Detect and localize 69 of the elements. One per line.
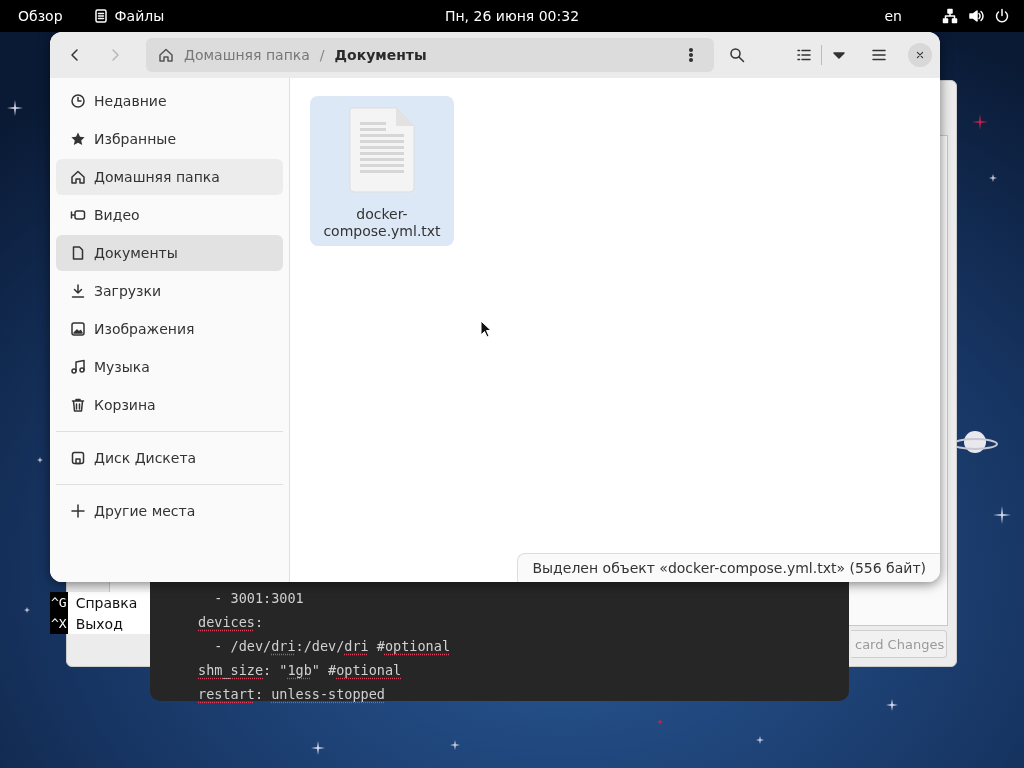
star-icon (989, 174, 997, 182)
path-crumb[interactable]: Документы (334, 47, 427, 63)
star-icon (70, 131, 86, 147)
pointer-icon (480, 320, 492, 338)
clock[interactable]: Пн, 26 июня 00:32 (444, 8, 580, 24)
status-text: Выделен объект «docker-compose.yml.txt» (556 байт) (517, 553, 940, 582)
home-icon (70, 169, 86, 185)
star-icon (450, 740, 460, 750)
plus-icon (70, 503, 86, 519)
code-text: dri (344, 638, 369, 654)
code-text: devices (198, 614, 255, 630)
code-text: : " (263, 662, 288, 678)
language-indicator[interactable]: en (884, 8, 902, 24)
code-text: unless-stopped (271, 686, 385, 702)
code-text: :/dev/ (295, 638, 345, 654)
sidebar-item[interactable]: Корзина (56, 387, 283, 423)
volume-icon (968, 8, 984, 24)
star-icon (756, 736, 764, 744)
path-separator: / (319, 47, 325, 63)
download-icon (70, 283, 86, 299)
menu-icon (871, 47, 887, 63)
code-text: - 3001:3001 (213, 590, 304, 606)
sidebar-item[interactable]: Изображения (56, 311, 283, 347)
search-icon (729, 47, 745, 63)
sidebar-item[interactable]: Видео (56, 197, 283, 233)
code-text: - /dev/ (213, 638, 272, 654)
trash-icon (70, 397, 86, 413)
code-text: 1gb (287, 662, 312, 678)
image-icon (70, 321, 86, 337)
sidebar-item[interactable]: Загрузки (56, 273, 283, 309)
code-text: restart (198, 686, 255, 702)
code-text: dri (271, 638, 296, 654)
home-icon (158, 47, 174, 63)
file-item[interactable]: docker- compose.yml.txt (310, 96, 454, 246)
sidebar-item[interactable]: Другие места (56, 493, 283, 529)
code-text: optional (385, 638, 450, 654)
close-icon (914, 49, 926, 61)
star-icon (24, 607, 30, 613)
sidebar-item[interactable]: Документы (56, 235, 283, 271)
star-icon (886, 699, 898, 711)
sidebar-item[interactable]: Избранные (56, 121, 283, 157)
app-icon (92, 8, 109, 24)
code-text: " # (311, 662, 337, 678)
power-icon (994, 8, 1010, 24)
shortcut-label: Справка (75, 594, 138, 611)
code-text: : (254, 686, 265, 702)
code-text: # (375, 638, 385, 654)
text-file-icon (348, 106, 416, 194)
activities-button[interactable]: Обзор (18, 8, 63, 24)
sidebar-item[interactable]: Диск Дискета (56, 440, 283, 476)
sidebar-item[interactable]: Домашняя папка (56, 159, 283, 195)
star-icon (37, 457, 43, 463)
document-icon (70, 245, 86, 261)
network-icon (942, 8, 958, 24)
code-text: shm_size (198, 662, 264, 678)
sidebar-item[interactable]: Музыка (56, 349, 283, 385)
star-icon (657, 719, 663, 725)
code-text: optional (336, 662, 402, 678)
music-icon (70, 359, 86, 375)
sidebar-item[interactable]: Недавние (56, 83, 283, 119)
shortcut-label: Выход (75, 615, 123, 632)
video-icon (70, 207, 86, 223)
shortcut-key: ^G (50, 592, 68, 613)
clock-icon (70, 93, 86, 109)
drive-icon (70, 450, 86, 466)
shortcut-key: ^X (50, 613, 68, 634)
list-icon (796, 47, 812, 63)
code-text: : (254, 614, 264, 630)
app-menu[interactable]: Файлы (114, 8, 165, 24)
